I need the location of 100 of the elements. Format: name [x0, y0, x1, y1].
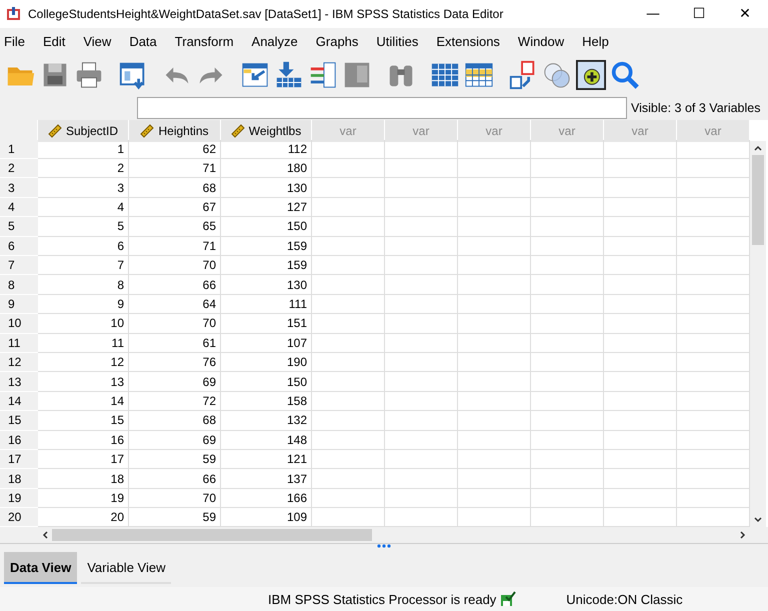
table-cell: 59: [129, 450, 221, 470]
row-number[interactable]: 18: [0, 469, 38, 489]
row-number[interactable]: 15: [0, 411, 38, 431]
minimize-button[interactable]: —: [630, 0, 676, 28]
table-cell: 130: [221, 275, 312, 295]
menu-item[interactable]: File: [4, 34, 34, 50]
row-number[interactable]: 10: [0, 314, 38, 334]
table-cell: 107: [221, 334, 312, 353]
table-cell: 121: [221, 450, 312, 470]
menu-item[interactable]: Window: [518, 34, 574, 50]
table-cell: 158: [221, 392, 312, 412]
printer-icon[interactable]: [74, 60, 104, 90]
row-number[interactable]: 12: [0, 352, 38, 372]
row-number[interactable]: 2: [0, 159, 38, 178]
row-number[interactable]: 3: [0, 178, 38, 198]
table-cell: 151: [221, 314, 312, 334]
encoding-status: Unicode:ON Classic: [566, 592, 683, 607]
view-tab[interactable]: Data View: [4, 552, 78, 584]
vertical-scrollbar[interactable]: [750, 141, 766, 528]
table-cell: 15: [38, 411, 129, 431]
scroll-up-icon[interactable]: [753, 143, 763, 154]
row-number[interactable]: 19: [0, 488, 38, 508]
ready-check-icon: [500, 591, 516, 608]
table-cell: 2: [38, 159, 129, 178]
table-cell: 12: [38, 352, 129, 372]
menu-item[interactable]: Utilities: [376, 34, 428, 50]
scroll-left-icon[interactable]: [40, 530, 50, 540]
table-cell: 166: [221, 488, 312, 508]
column-header[interactable]: Heightins: [129, 120, 221, 142]
close-button[interactable]: ✕: [722, 0, 768, 28]
menu-item[interactable]: Transform: [174, 34, 243, 50]
row-number[interactable]: 16: [0, 430, 38, 450]
row-number[interactable]: 5: [0, 217, 38, 237]
row-number[interactable]: 11: [0, 334, 38, 353]
column-header[interactable]: Weightlbs: [221, 120, 312, 142]
menu-item[interactable]: Analyze: [252, 34, 307, 50]
table-cell: 14: [38, 392, 129, 412]
table-cell: 148: [221, 430, 312, 450]
table-cell: 150: [221, 372, 312, 392]
table-cell: 180: [221, 159, 312, 178]
splitter-handle-icon[interactable]: [377, 544, 391, 548]
visible-variables-label: Visible: 3 of 3 Variables: [631, 100, 760, 115]
table-cell: 76: [129, 352, 221, 372]
row-number[interactable]: 6: [0, 236, 38, 256]
table-cell: 112: [221, 140, 312, 160]
table-cell: 5: [38, 217, 129, 237]
scroll-right-icon[interactable]: [738, 530, 748, 540]
table-cell: 16: [38, 430, 129, 450]
table-cell: 17: [38, 450, 129, 470]
scroll-thumb[interactable]: [52, 529, 372, 542]
menu-item[interactable]: Extensions: [436, 34, 509, 50]
row-number[interactable]: 14: [0, 392, 38, 412]
menu-item[interactable]: Data: [129, 34, 166, 50]
column-header[interactable]: SubjectID: [38, 120, 129, 142]
app-icon: [6, 6, 22, 22]
menu-item[interactable]: Help: [582, 34, 618, 50]
search-icon[interactable]: [610, 60, 640, 90]
table-cell: 127: [221, 198, 312, 218]
table-cell: 62: [129, 140, 221, 160]
table-cell: 4: [38, 198, 129, 218]
table-cell: 9: [38, 294, 129, 314]
add-icon[interactable]: [576, 60, 606, 90]
table-cell: 130: [221, 178, 312, 198]
scroll-thumb[interactable]: [752, 155, 764, 246]
table-cell: 13: [38, 372, 129, 392]
table-cell: 66: [129, 275, 221, 295]
menu-item[interactable]: Edit: [42, 34, 74, 50]
table-cell: 65: [129, 217, 221, 237]
row-number[interactable]: 8: [0, 275, 38, 295]
status-text: IBM SPSS Statistics Processor is ready: [268, 592, 496, 607]
table-cell: 6: [38, 236, 129, 256]
table-cell: 159: [221, 236, 312, 256]
table-cell: 10: [38, 314, 129, 334]
row-number[interactable]: 20: [0, 508, 38, 528]
table-cell: 8: [38, 275, 129, 295]
table-cell: 70: [129, 488, 221, 508]
menu-item[interactable]: View: [83, 34, 120, 50]
table-cell: 1: [38, 140, 129, 160]
row-number[interactable]: 17: [0, 450, 38, 470]
row-number[interactable]: 1: [0, 140, 38, 160]
table-cell: 7: [38, 256, 129, 276]
table-cell: 67: [129, 198, 221, 218]
cell-editor-field[interactable]: [137, 96, 627, 119]
table-cell: 3: [38, 178, 129, 198]
table-cell: 132: [221, 411, 312, 431]
maximize-button[interactable]: ☐: [676, 0, 722, 28]
row-number[interactable]: 7: [0, 256, 38, 276]
ruler-icon: [48, 124, 62, 138]
row-number[interactable]: 9: [0, 294, 38, 314]
row-number[interactable]: 4: [0, 198, 38, 218]
table-cell: 70: [129, 314, 221, 334]
ruler-icon: [230, 124, 245, 138]
table-cell: 64: [129, 294, 221, 314]
table-cell: 150: [221, 217, 312, 237]
ruler-icon: [140, 124, 154, 138]
menu-item[interactable]: Graphs: [316, 34, 368, 50]
table-cell: 71: [129, 159, 221, 178]
table-cell: 18: [38, 469, 129, 489]
row-number[interactable]: 13: [0, 372, 38, 392]
table-cell: 69: [129, 372, 221, 392]
